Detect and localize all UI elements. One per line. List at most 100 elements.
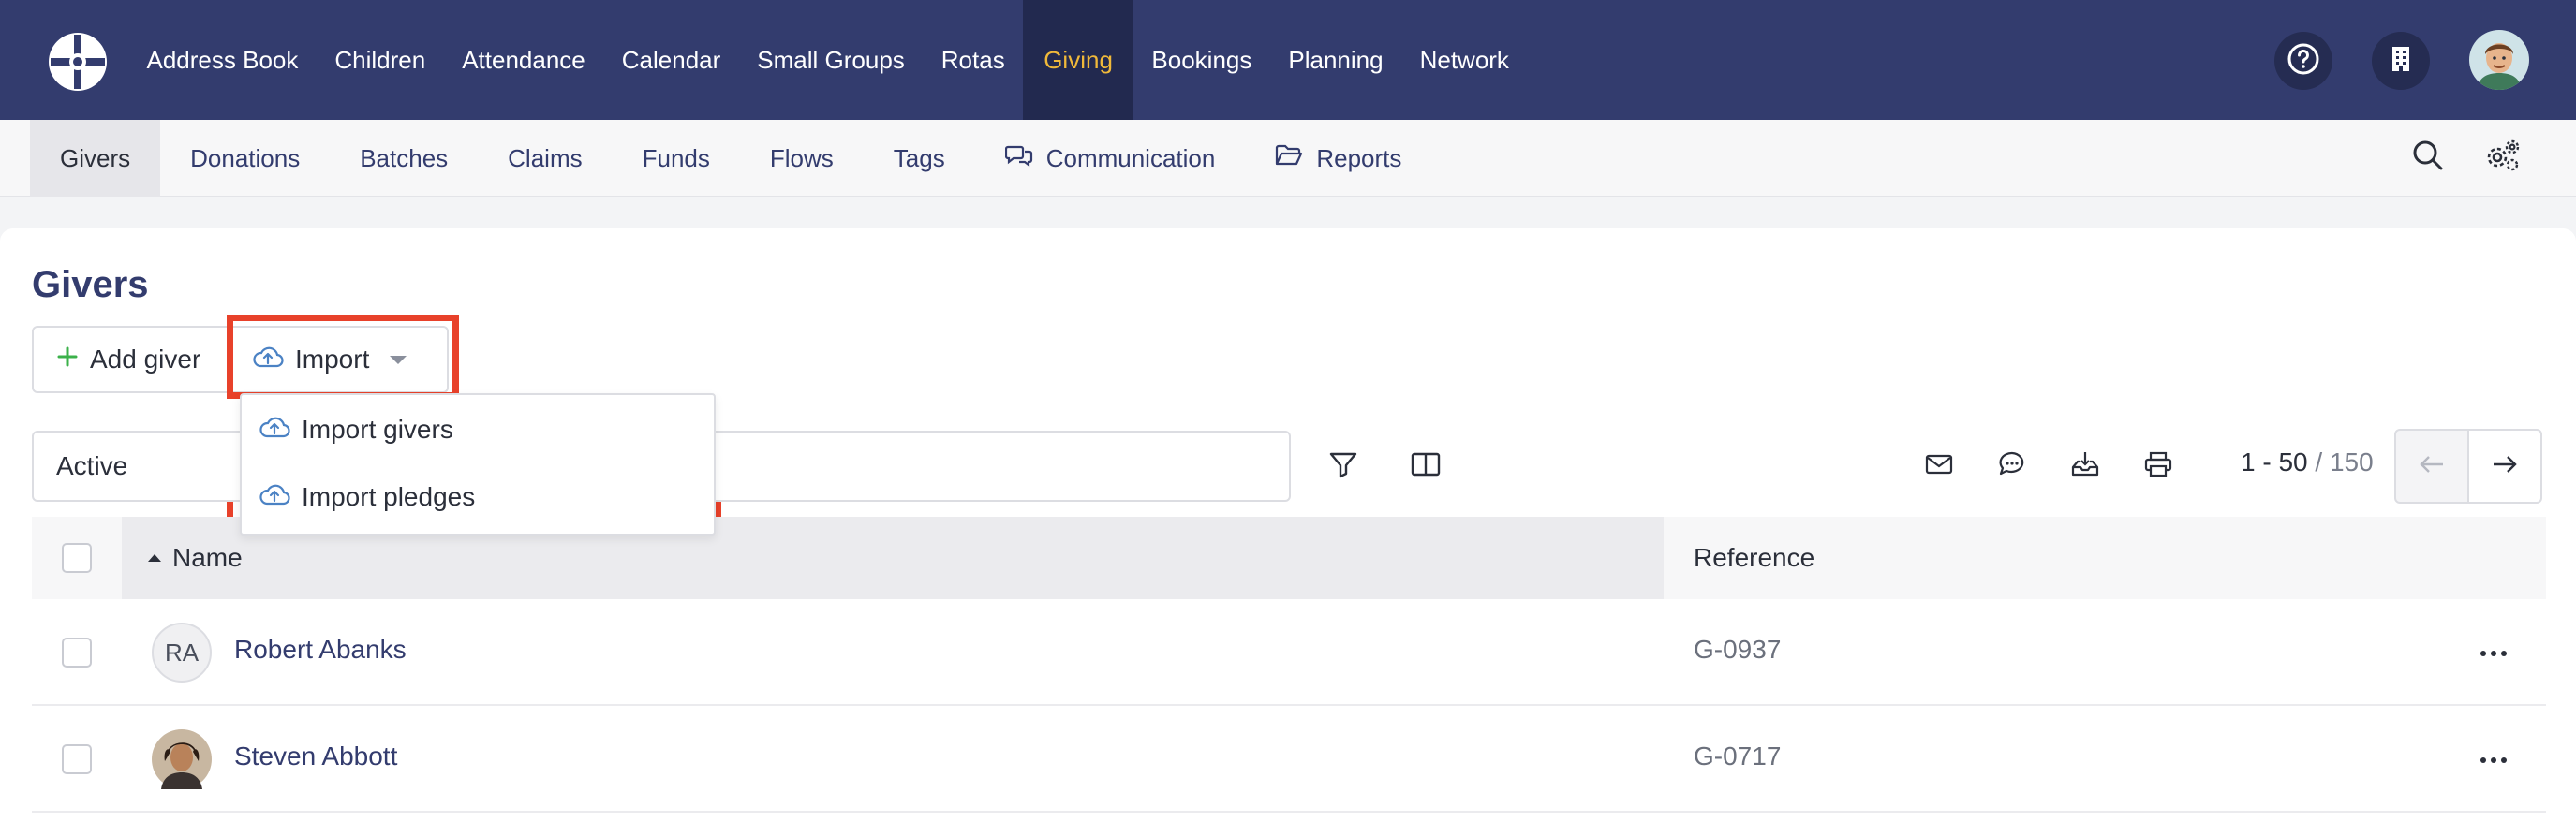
cloud-upload-icon	[252, 345, 295, 375]
giver-name-link[interactable]: Steven Abbott	[234, 741, 397, 771]
arrow-left-icon	[2418, 453, 2446, 480]
avatar-initials: RA	[164, 638, 200, 667]
table-row[interactable]: RA Robert Abanks G-0937	[32, 599, 2546, 706]
columns-button[interactable]	[1405, 446, 1446, 487]
tab-label: Communication	[1045, 143, 1216, 172]
nav-item-small-groups[interactable]: Small Groups	[739, 0, 924, 120]
filter-button[interactable]	[1323, 446, 1364, 487]
tab-communication[interactable]: Communication	[975, 120, 1246, 197]
row-checkbox[interactable]	[62, 638, 92, 668]
pagination-range: 1 - 50	[2241, 448, 2308, 477]
pagination-total: / 150	[2315, 448, 2374, 477]
dot	[2501, 757, 2507, 763]
top-navigation-bar: Address Book Children Attendance Calenda…	[0, 0, 2576, 120]
envelope-icon	[1925, 453, 1953, 480]
email-button[interactable]	[1918, 446, 1960, 487]
organisation-button[interactable]	[2372, 32, 2430, 90]
tab-reports[interactable]: Reports	[1245, 120, 1431, 197]
search-icon	[2412, 139, 2444, 176]
search-button[interactable]	[2407, 137, 2449, 178]
gears-icon	[2484, 139, 2522, 177]
dot	[2480, 757, 2486, 763]
chevron-down-icon	[390, 355, 407, 364]
help-button[interactable]	[2274, 32, 2332, 90]
menu-item-import-pledges[interactable]: Import pledges	[242, 464, 714, 530]
menu-item-import-givers[interactable]: Import givers	[242, 397, 714, 462]
export-button[interactable]	[2065, 446, 2106, 487]
tab-label: Claims	[508, 143, 583, 172]
nav-item-calendar[interactable]: Calendar	[603, 0, 739, 120]
tab-label: Donations	[190, 143, 301, 172]
arrow-right-icon	[2491, 453, 2519, 480]
page-title: Givers	[32, 264, 149, 305]
printer-icon	[2143, 450, 2173, 483]
print-button[interactable]	[2138, 446, 2179, 487]
chat-bubbles-icon	[1004, 143, 1046, 174]
nav-item-children[interactable]: Children	[317, 0, 444, 120]
import-dropdown-menu: Import givers Import pledges	[240, 393, 716, 536]
tab-tags[interactable]: Tags	[864, 120, 975, 197]
nav-item-giving[interactable]: Giving	[1023, 0, 1133, 120]
status-filter-value: Active	[56, 451, 128, 480]
avatar: RA	[152, 623, 212, 683]
dot	[2480, 651, 2486, 656]
import-button[interactable]: Import	[229, 328, 447, 391]
tab-label: Tags	[893, 143, 945, 172]
tab-flows[interactable]: Flows	[740, 120, 864, 197]
tab-label: Reports	[1316, 143, 1402, 172]
giver-reference: G-0717	[1694, 741, 1782, 771]
select-all-checkbox[interactable]	[62, 543, 92, 573]
nav-item-attendance[interactable]: Attendance	[444, 0, 604, 120]
nav-item-bookings[interactable]: Bookings	[1133, 0, 1270, 120]
giver-reference: G-0937	[1694, 635, 1782, 664]
pagination-summary: 1 - 50 / 150	[2241, 448, 2374, 477]
tab-label: Flows	[769, 143, 834, 172]
tab-funds[interactable]: Funds	[613, 120, 740, 197]
nav-item-rotas[interactable]: Rotas	[923, 0, 1023, 120]
column-label: Name	[172, 543, 243, 572]
nav-item-address-book[interactable]: Address Book	[128, 0, 317, 120]
previous-page-button[interactable]	[2394, 429, 2469, 504]
download-tray-icon	[2070, 450, 2100, 483]
add-giver-button[interactable]: Add giver	[34, 328, 229, 391]
user-avatar[interactable]	[2469, 30, 2529, 90]
tab-donations[interactable]: Donations	[160, 120, 330, 197]
filter-icon	[1328, 449, 1358, 484]
action-button-group: Add giver Import	[32, 326, 449, 393]
next-page-button[interactable]	[2467, 429, 2542, 504]
tab-label: Batches	[360, 143, 449, 172]
settings-button[interactable]	[2482, 137, 2524, 178]
column-label: Reference	[1694, 543, 1815, 572]
nav-item-network[interactable]: Network	[1401, 0, 1527, 120]
tab-claims[interactable]: Claims	[478, 120, 612, 197]
tab-label: Funds	[642, 143, 710, 172]
app-logo-icon[interactable]	[47, 31, 109, 93]
avatar	[152, 729, 212, 789]
tab-givers[interactable]: Givers	[30, 120, 161, 197]
add-giver-label: Add giver	[90, 345, 201, 374]
chat-icon	[1998, 450, 2026, 483]
columns-icon	[1411, 451, 1441, 482]
row-checkbox[interactable]	[62, 744, 92, 774]
sub-nav: Givers Donations Batches Claims Funds Fl…	[30, 120, 1431, 197]
sms-button[interactable]	[1991, 446, 2033, 487]
dot	[2501, 651, 2507, 656]
import-label: Import	[295, 345, 370, 374]
sort-ascending-icon	[148, 554, 161, 562]
more-options-button[interactable]	[2473, 741, 2514, 779]
dot	[2491, 757, 2496, 763]
menu-item-label: Import pledges	[302, 482, 476, 511]
main-nav: Address Book Children Attendance Calenda…	[128, 0, 1527, 120]
sub-navigation-bar: Givers Donations Batches Claims Funds Fl…	[0, 120, 2576, 197]
plus-icon	[56, 345, 90, 374]
tab-batches[interactable]: Batches	[330, 120, 478, 197]
table-row[interactable]: Steven Abbott G-0717	[32, 706, 2546, 813]
more-options-button[interactable]	[2473, 635, 2514, 672]
menu-item-label: Import givers	[302, 415, 453, 444]
help-icon	[2287, 42, 2320, 81]
cloud-upload-icon	[259, 415, 302, 446]
nav-item-planning[interactable]: Planning	[1270, 0, 1401, 120]
column-header-reference[interactable]: Reference	[1694, 517, 1814, 599]
dot	[2491, 651, 2496, 656]
giver-name-link[interactable]: Robert Abanks	[234, 635, 407, 665]
